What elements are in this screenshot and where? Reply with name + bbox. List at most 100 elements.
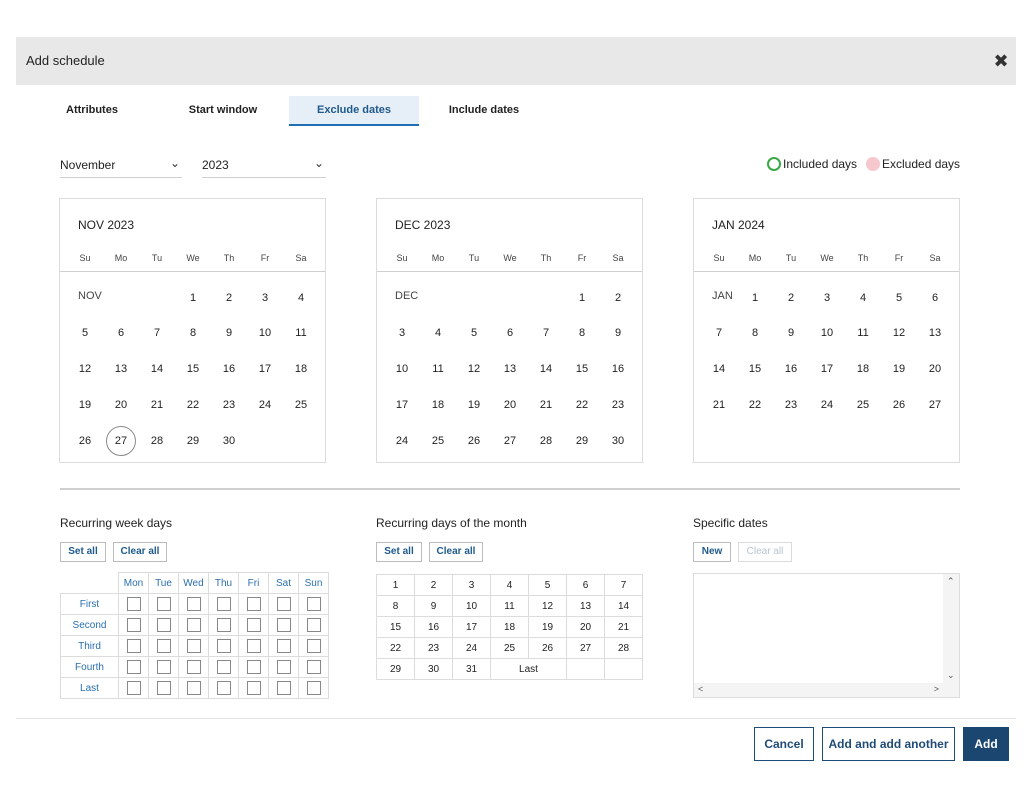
vertical-scrollbar[interactable]: ⌃ ⌄ — [943, 574, 959, 684]
calendar-day[interactable]: 21 — [531, 397, 561, 413]
weekday-checkbox[interactable] — [306, 618, 321, 632]
add-button[interactable]: Add — [963, 727, 1009, 761]
calendar-day[interactable]: 5 — [459, 325, 489, 341]
month-day-cell[interactable]: 4 — [490, 574, 529, 596]
calendar-day[interactable]: 3 — [812, 290, 842, 306]
month-day-cell[interactable]: 17 — [452, 616, 491, 638]
calendar-day[interactable]: 27 — [920, 397, 950, 413]
calendar-day[interactable]: 15 — [567, 361, 597, 377]
weekday-checkbox[interactable] — [246, 639, 261, 653]
calendar-day[interactable]: 13 — [920, 325, 950, 341]
calendar-day[interactable]: 4 — [423, 325, 453, 341]
month-day-cell[interactable]: 25 — [490, 637, 529, 659]
cancel-button[interactable]: Cancel — [754, 727, 814, 761]
tab-include-dates[interactable]: Include dates — [419, 96, 549, 126]
weekday-checkbox[interactable] — [156, 618, 171, 632]
calendar-day[interactable]: 7 — [704, 325, 734, 341]
weekday-checkbox[interactable] — [156, 597, 171, 611]
calendar-day[interactable]: 25 — [286, 397, 316, 413]
calendar-day[interactable]: 6 — [920, 290, 950, 306]
month-day-cell[interactable]: 23 — [414, 637, 453, 659]
month-day-cell[interactable]: 11 — [490, 595, 529, 617]
month-day-cell[interactable]: 27 — [566, 637, 605, 659]
weekday-checkbox[interactable] — [276, 660, 291, 674]
calendar-day[interactable]: 19 — [459, 397, 489, 413]
week-clear-all-button[interactable]: Clear all — [113, 542, 167, 562]
weekday-checkbox[interactable] — [306, 660, 321, 674]
calendar-day[interactable]: 18 — [423, 397, 453, 413]
calendar-day[interactable]: 5 — [70, 325, 100, 341]
weekday-checkbox[interactable] — [306, 681, 321, 695]
month-day-cell[interactable]: 28 — [604, 637, 643, 659]
calendar-day[interactable]: 17 — [812, 361, 842, 377]
calendar-day[interactable]: 12 — [459, 361, 489, 377]
year-select[interactable]: 2023 ⌄ — [202, 152, 326, 178]
month-day-cell[interactable]: 24 — [452, 637, 491, 659]
calendar-day[interactable]: 26 — [459, 433, 489, 449]
weekday-checkbox[interactable] — [306, 597, 321, 611]
weekday-checkbox[interactable] — [246, 597, 261, 611]
calendar-day[interactable]: 22 — [740, 397, 770, 413]
calendar-day[interactable]: 14 — [531, 361, 561, 377]
calendar-day[interactable]: 8 — [567, 325, 597, 341]
weekday-checkbox[interactable] — [216, 618, 231, 632]
month-select[interactable]: November ⌄ — [60, 152, 182, 178]
weekday-checkbox[interactable] — [126, 597, 141, 611]
month-day-cell[interactable]: 12 — [528, 595, 567, 617]
calendar-day[interactable]: 19 — [884, 361, 914, 377]
month-day-cell[interactable]: 8 — [376, 595, 415, 617]
calendar-day[interactable]: 9 — [214, 325, 244, 341]
calendar-day[interactable]: 2 — [214, 290, 244, 306]
calendar-day[interactable]: 29 — [567, 433, 597, 449]
month-day-cell[interactable]: 26 — [528, 637, 567, 659]
month-day-cell[interactable]: 9 — [414, 595, 453, 617]
calendar-day[interactable]: 7 — [142, 325, 172, 341]
month-day-cell[interactable]: 29 — [376, 658, 415, 680]
weekday-checkbox[interactable] — [126, 618, 141, 632]
calendar-day[interactable]: 14 — [704, 361, 734, 377]
weekday-checkbox[interactable] — [306, 639, 321, 653]
calendar-day[interactable]: 21 — [142, 397, 172, 413]
weekday-checkbox[interactable] — [186, 597, 201, 611]
month-day-cell[interactable]: 1 — [376, 574, 415, 596]
calendar-day[interactable]: 15 — [740, 361, 770, 377]
calendar-day[interactable]: 11 — [286, 325, 316, 341]
calendar-day[interactable]: 3 — [250, 290, 280, 306]
weekday-checkbox[interactable] — [126, 639, 141, 653]
scroll-down-icon[interactable]: ⌄ — [947, 670, 955, 681]
month-day-cell[interactable]: 31 — [452, 658, 491, 680]
weekday-checkbox[interactable] — [216, 681, 231, 695]
tab-start-window[interactable]: Start window — [154, 96, 292, 126]
weekday-checkbox[interactable] — [246, 681, 261, 695]
calendar-day[interactable]: 16 — [214, 361, 244, 377]
calendar-day[interactable]: 2 — [776, 290, 806, 306]
month-day-cell[interactable]: 10 — [452, 595, 491, 617]
scroll-left-icon[interactable]: < — [698, 684, 703, 694]
weekday-checkbox[interactable] — [276, 639, 291, 653]
calendar-day[interactable]: 26 — [884, 397, 914, 413]
calendar-day[interactable]: 15 — [178, 361, 208, 377]
month-day-cell[interactable]: Last — [490, 658, 567, 680]
calendar-day[interactable]: 10 — [812, 325, 842, 341]
calendar-day[interactable]: 9 — [603, 325, 633, 341]
weekday-checkbox[interactable] — [156, 681, 171, 695]
calendar-day[interactable]: 22 — [567, 397, 597, 413]
weekday-checkbox[interactable] — [126, 660, 141, 674]
weekday-checkbox[interactable] — [186, 639, 201, 653]
calendar-day[interactable]: 24 — [250, 397, 280, 413]
calendar-day[interactable]: 3 — [387, 325, 417, 341]
weekday-checkbox[interactable] — [246, 660, 261, 674]
calendar-day[interactable]: 27 — [495, 433, 525, 449]
calendar-day[interactable]: 6 — [495, 325, 525, 341]
calendar-day[interactable]: 25 — [423, 433, 453, 449]
weekday-checkbox[interactable] — [246, 618, 261, 632]
month-day-cell[interactable]: 21 — [604, 616, 643, 638]
month-clear-all-button[interactable]: Clear all — [429, 542, 483, 562]
month-day-cell[interactable]: 30 — [414, 658, 453, 680]
weekday-checkbox[interactable] — [216, 660, 231, 674]
calendar-day[interactable]: 8 — [178, 325, 208, 341]
calendar-day[interactable]: 13 — [495, 361, 525, 377]
calendar-day[interactable]: 1 — [740, 290, 770, 306]
calendar-day[interactable]: 19 — [70, 397, 100, 413]
calendar-day[interactable]: 22 — [178, 397, 208, 413]
